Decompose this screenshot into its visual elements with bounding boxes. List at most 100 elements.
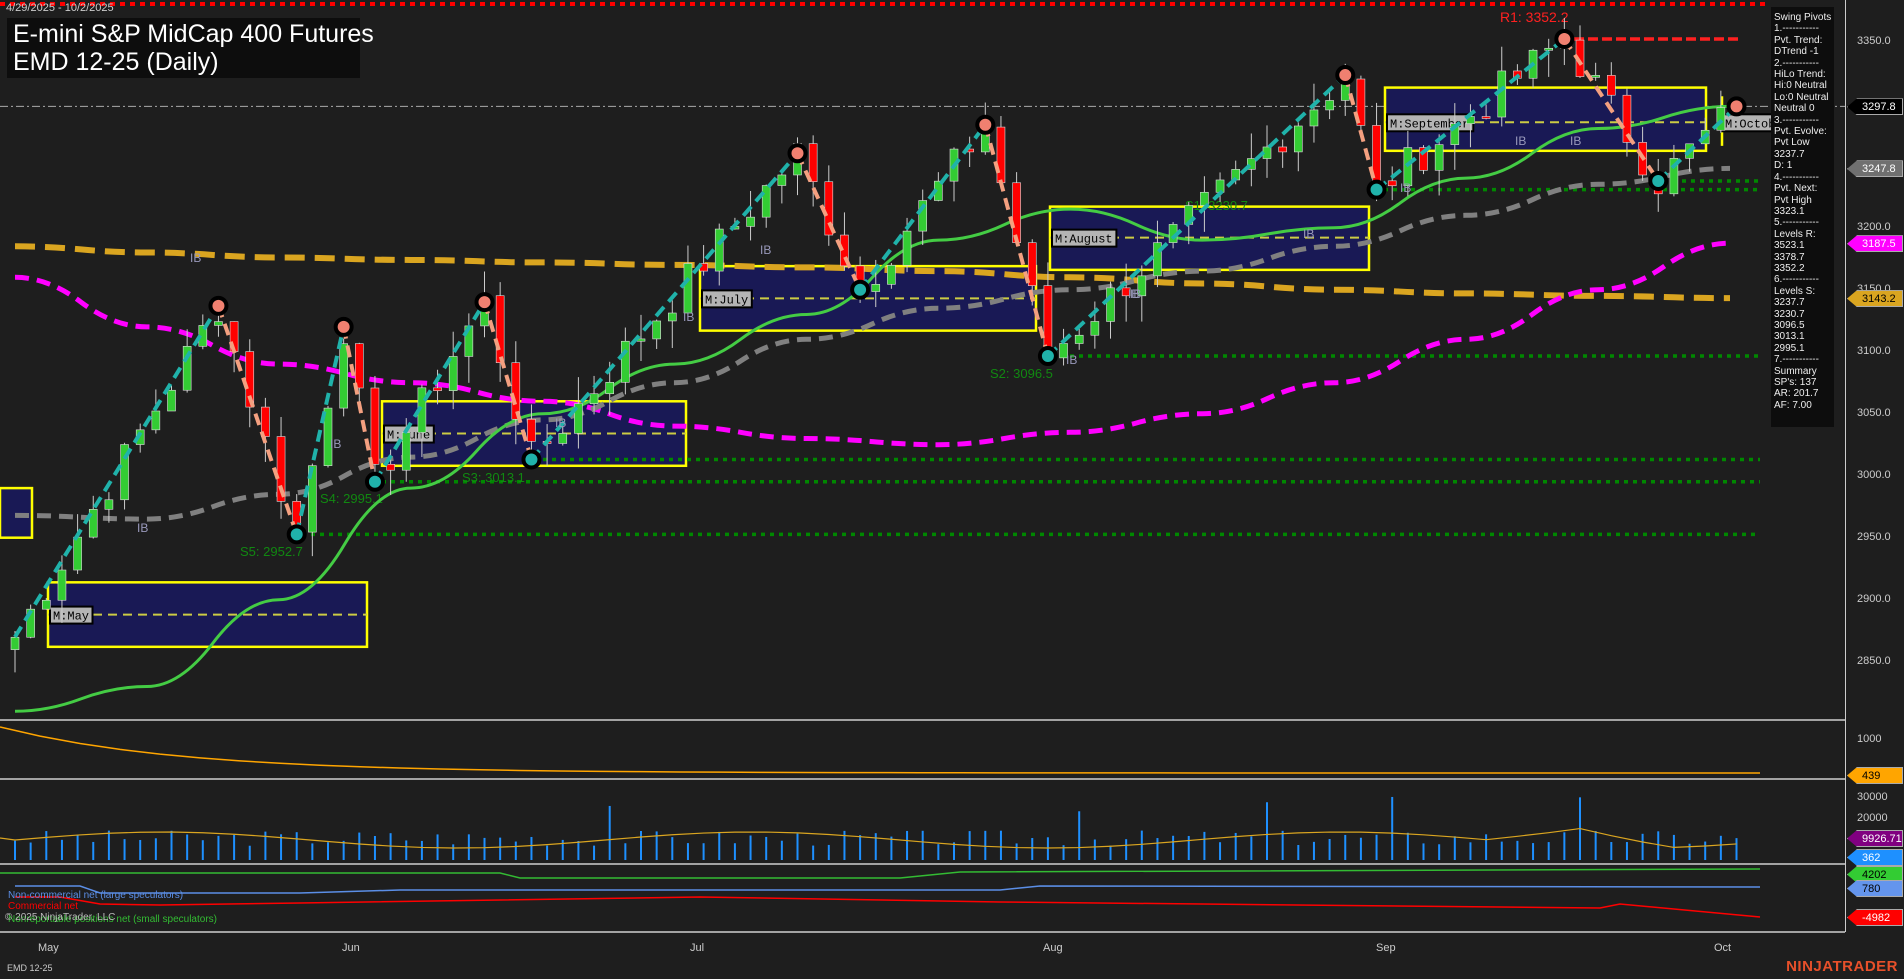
candle-body xyxy=(214,322,222,326)
swing-pivots-line: 2995.1 xyxy=(1774,343,1831,354)
indicator2-tag: 362 xyxy=(1847,849,1903,866)
candle-body xyxy=(997,127,1005,183)
swing-pivots-line: 2.----------- xyxy=(1774,58,1831,69)
candle-body xyxy=(105,500,113,510)
monthly-box-label: M:August xyxy=(1055,233,1113,247)
pivot-high-marker xyxy=(1729,98,1745,114)
candle-body xyxy=(559,433,567,443)
cot-commercial-line xyxy=(15,897,1760,917)
swing-pivots-line: Pvt. Evolve: xyxy=(1774,126,1831,137)
indicator1-tag: 439 xyxy=(1847,767,1903,784)
swing-pivots-line: 3323.1 xyxy=(1774,206,1831,217)
price-axis[interactable]: 3350.03200.03150.03100.03050.03000.02950… xyxy=(1845,0,1904,932)
copyright: © 2025 NinjaTrader, LLC xyxy=(5,912,115,923)
candle-body xyxy=(887,265,895,284)
pivot-high-marker xyxy=(477,294,493,310)
candle-body xyxy=(903,231,911,265)
candle-body xyxy=(11,637,19,649)
price-tick: 3050.0 xyxy=(1857,407,1891,419)
title-line-1: E-mini S&P MidCap 400 Futures xyxy=(13,20,354,48)
ib-label: IB xyxy=(760,243,771,257)
price-tag: 3297.8 xyxy=(1847,98,1903,115)
candle-body xyxy=(74,537,82,570)
candle-body xyxy=(1326,100,1334,109)
swing-pivots-line: Pvt High xyxy=(1774,195,1831,206)
ib-label: IB xyxy=(137,521,148,535)
swing-pivots-line: HiLo Trend: xyxy=(1774,69,1831,80)
month-jul: Jul xyxy=(690,942,704,954)
candle-body xyxy=(715,229,723,271)
pivot-high-marker xyxy=(790,145,806,161)
chart-title: E-mini S&P MidCap 400 Futures EMD 12-25 … xyxy=(7,18,360,78)
price-tick: 2950.0 xyxy=(1857,531,1891,543)
swing-pivots-line: D: 1 xyxy=(1774,160,1831,171)
month-sep: Sep xyxy=(1376,942,1396,954)
swing-pivots-line: SP's: 137 xyxy=(1774,377,1831,388)
swing-pivots-line: 3237.7 xyxy=(1774,149,1831,160)
indicator2-tag: 9926.71 xyxy=(1847,830,1903,847)
ib-label: IB xyxy=(1515,134,1526,148)
support-label: S5: 2952.7 xyxy=(240,544,303,559)
price-tick: 3350.0 xyxy=(1857,35,1891,47)
price-tick: 3200.0 xyxy=(1857,221,1891,233)
price-tag: 3247.8 xyxy=(1847,160,1903,177)
candle-body xyxy=(1028,243,1036,286)
ib-label: IB xyxy=(190,251,201,265)
candle-body xyxy=(1607,75,1615,95)
title-line-2: EMD 12-25 (Daily) xyxy=(13,48,354,76)
candle-body xyxy=(402,433,410,471)
swing-pivots-line: Hi:0 Neutral xyxy=(1774,80,1831,91)
ib-label: IB xyxy=(1130,287,1141,301)
candle-body xyxy=(387,464,395,470)
month-aug: Aug xyxy=(1043,942,1063,954)
price-tick: 3100.0 xyxy=(1857,345,1891,357)
swing-pivots-panel: Swing Pivots1.-----------Pvt. Trend:DTre… xyxy=(1771,7,1834,427)
swing-pivots-line: Lo:0 Neutral xyxy=(1774,92,1831,103)
pivot-high-marker xyxy=(1337,67,1353,83)
month-may: May xyxy=(38,942,59,954)
candle-body xyxy=(762,185,770,217)
candle-body xyxy=(512,363,520,420)
candle-body xyxy=(1435,145,1443,171)
swing-pivots-line: 3237.7 xyxy=(1774,297,1831,308)
cot-noncommercial-line xyxy=(15,886,1760,893)
swing-pivots-line: 3378.7 xyxy=(1774,252,1831,263)
pivot-high-marker xyxy=(1556,31,1572,47)
candle-body xyxy=(1592,75,1600,77)
support-label: S3: 3013.1 xyxy=(462,470,525,485)
swing-pivots-line: AF: 7.00 xyxy=(1774,400,1831,411)
indicator1-line xyxy=(0,727,1760,773)
candle-body xyxy=(621,341,629,382)
swing-pivots-line: 7.----------- xyxy=(1774,354,1831,365)
cot-tag: -4982 xyxy=(1847,909,1903,926)
price-chart[interactable]: M:MayM:JuneM:JulyM:AugustM:SeptemberM:Oc… xyxy=(0,0,1845,960)
swing-pivots-line: Pvt Low xyxy=(1774,137,1831,148)
axis-line xyxy=(1845,0,1846,932)
swing-pivots-line: DTrend -1 xyxy=(1774,46,1831,57)
candle-body xyxy=(1279,147,1287,152)
candle-body xyxy=(1388,181,1396,186)
indicator2-tick: 20000 xyxy=(1857,812,1888,824)
support-label: S2: 3096.5 xyxy=(990,366,1053,381)
swing-pivots-line: 3523.1 xyxy=(1774,240,1831,251)
pivot-high-marker xyxy=(336,319,352,335)
candle-body xyxy=(778,175,786,186)
swing-pivots-line: Swing Pivots xyxy=(1774,12,1831,23)
ib-label: IB xyxy=(330,437,341,451)
ib-label: IB xyxy=(1066,353,1077,367)
candle-body xyxy=(1091,321,1099,335)
ib-label: IB xyxy=(683,310,694,324)
candle-body xyxy=(747,217,755,226)
candle-body xyxy=(434,388,442,391)
candle-body xyxy=(496,296,504,363)
candle-body xyxy=(1013,183,1021,243)
pivot-high-marker xyxy=(977,117,993,133)
indicator2-line xyxy=(0,829,1737,848)
candle-body xyxy=(1482,116,1490,118)
swing-pivots-line: 3352.2 xyxy=(1774,263,1831,274)
swing-pivots-line: AR: 201.7 xyxy=(1774,388,1831,399)
cot-nonreportable-line xyxy=(0,869,1760,878)
pivot-low-marker xyxy=(367,474,383,490)
candle-body xyxy=(668,313,676,321)
monthly-box-label: M:July xyxy=(705,293,748,307)
